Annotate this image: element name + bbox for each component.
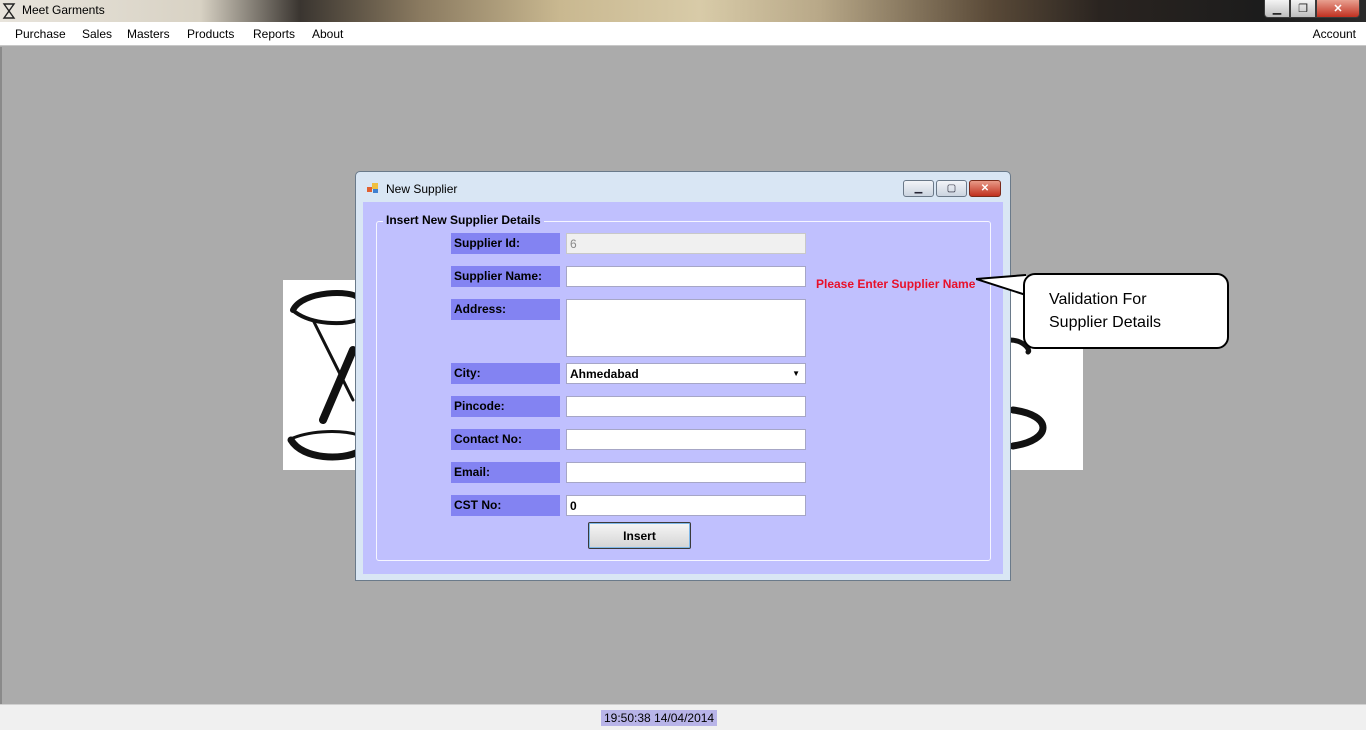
minimize-icon: ▁ xyxy=(914,183,923,194)
close-icon: ✕ xyxy=(980,183,990,194)
menu-purchase[interactable]: Purchase xyxy=(15,27,66,41)
menu-masters[interactable]: Masters xyxy=(127,27,170,41)
restore-icon: ❐ xyxy=(1298,3,1308,15)
menu-sales[interactable]: Sales xyxy=(82,27,112,41)
supplier-name-label: Supplier Name: xyxy=(451,266,560,287)
app-titlebar: Meet Garments ▁ ❐ ✕ xyxy=(0,0,1366,22)
address-label: Address: xyxy=(451,299,560,320)
email-field[interactable] xyxy=(566,462,806,483)
dialog-app-icon xyxy=(367,183,378,193)
supplier-id-label: Supplier Id: xyxy=(451,233,560,254)
dropdown-arrow-icon: ▼ xyxy=(792,369,800,378)
minimize-button[interactable]: ▁ xyxy=(1264,0,1290,18)
app-icon xyxy=(2,3,16,19)
supplier-id-field xyxy=(566,233,806,254)
city-dropdown[interactable]: Ahmedabad ▼ xyxy=(566,363,806,384)
callout-text: Validation For Supplier Details xyxy=(1049,288,1219,334)
minimize-icon: ▁ xyxy=(1272,3,1282,15)
supplier-name-field[interactable] xyxy=(566,266,806,287)
dialog-minimize-button[interactable]: ▁ xyxy=(903,180,934,197)
dialog-title: New Supplier xyxy=(386,182,458,196)
menu-about[interactable]: About xyxy=(312,27,343,41)
close-icon: ✕ xyxy=(1333,3,1343,15)
restore-icon: ▢ xyxy=(946,183,957,194)
menu-reports[interactable]: Reports xyxy=(253,27,295,41)
validation-callout: Validation For Supplier Details xyxy=(1023,273,1229,349)
dialog-window-controls: ▁ ▢ ✕ xyxy=(903,180,1001,197)
callout-line-1: Validation For xyxy=(1049,291,1147,308)
address-field[interactable] xyxy=(566,299,806,357)
contact-no-field[interactable] xyxy=(566,429,806,450)
dialog-close-button[interactable]: ✕ xyxy=(969,180,1001,197)
dialog-form-area: Insert New Supplier Details Supplier Id:… xyxy=(363,202,1003,574)
city-selected-value: Ahmedabad xyxy=(570,366,639,381)
validation-error-message: Please Enter Supplier Name xyxy=(816,277,976,291)
dialog-maximize-button[interactable]: ▢ xyxy=(936,180,967,197)
status-bar: 19:50:38 14/04/2014 xyxy=(0,704,1366,730)
insert-button[interactable]: Insert xyxy=(588,522,691,549)
pincode-label: Pincode: xyxy=(451,396,560,417)
city-label: City: xyxy=(451,363,560,384)
cst-no-field[interactable] xyxy=(566,495,806,516)
callout-pointer xyxy=(976,274,1028,296)
app-title: Meet Garments xyxy=(22,3,105,17)
menu-bar: Purchase Sales Masters Products Reports … xyxy=(0,22,1366,46)
new-supplier-dialog: New Supplier ▁ ▢ ✕ Insert New Supplier D… xyxy=(355,171,1011,581)
status-datetime: 19:50:38 14/04/2014 xyxy=(601,710,718,726)
cst-no-label: CST No: xyxy=(451,495,560,516)
pincode-field[interactable] xyxy=(566,396,806,417)
restore-button[interactable]: ❐ xyxy=(1290,0,1316,18)
window-controls: ▁ ❐ ✕ xyxy=(1264,0,1360,18)
close-button[interactable]: ✕ xyxy=(1316,0,1360,18)
callout-line-2: Supplier Details xyxy=(1049,314,1162,331)
contact-no-label: Contact No: xyxy=(451,429,560,450)
menu-products[interactable]: Products xyxy=(187,27,234,41)
email-label: Email: xyxy=(451,462,560,483)
group-title: Insert New Supplier Details xyxy=(383,213,544,227)
menu-account[interactable]: Account xyxy=(1313,27,1356,41)
